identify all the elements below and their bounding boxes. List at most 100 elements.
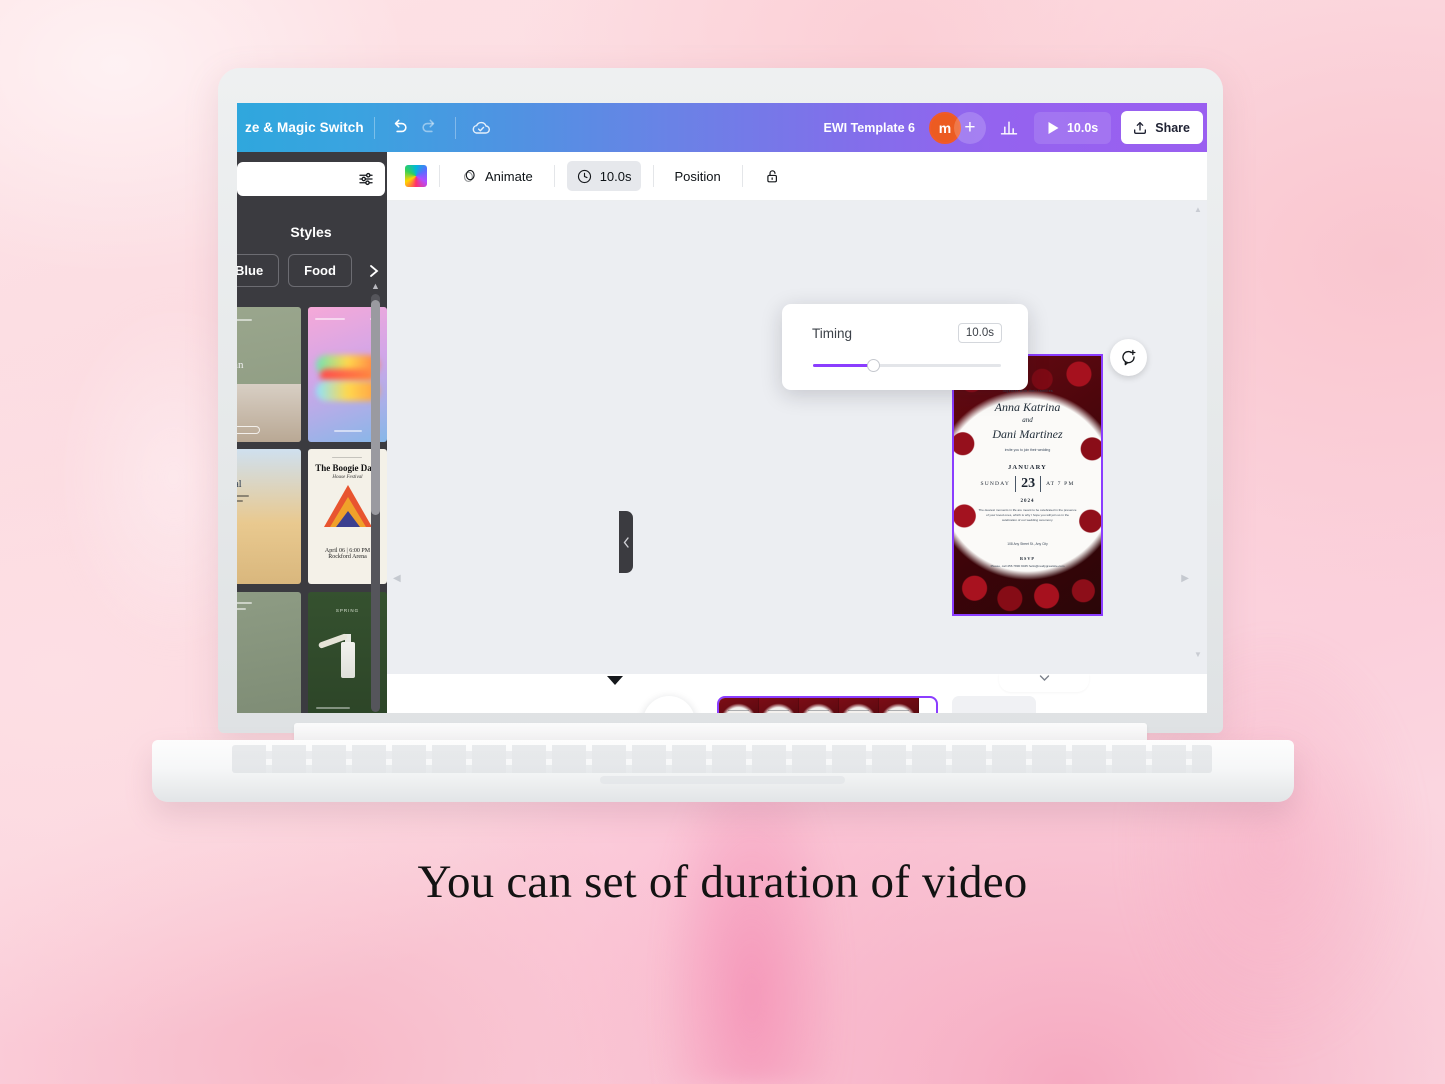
redo-icon — [422, 119, 435, 133]
play-icon — [661, 713, 678, 714]
card-address: 108 Any Street St., Any City — [1007, 542, 1048, 546]
preview-play-button[interactable]: 10.0s — [1033, 111, 1112, 144]
template-thumbnail-grid: lan rval — [237, 307, 387, 713]
scroll-up-arrow[interactable]: ▲ — [371, 282, 380, 292]
timing-label: Timing — [812, 325, 853, 341]
stats-button[interactable] — [994, 113, 1024, 143]
scrollbar-thumb[interactable] — [371, 300, 380, 515]
card-time: AT 7 PM — [1046, 481, 1075, 487]
chevron-down-icon — [1039, 675, 1049, 681]
thumb-label: rval — [237, 479, 242, 491]
add-page-button[interactable]: + — [952, 696, 1036, 713]
share-button[interactable]: Share — [1121, 111, 1203, 144]
timing-value-input[interactable]: 10.0s — [957, 323, 1002, 343]
prev-page-arrow[interactable]: ◀ — [393, 573, 401, 584]
laptop-keyboard — [232, 745, 1212, 773]
card-and: and — [1022, 416, 1033, 424]
timeline-collapse-button[interactable] — [999, 674, 1089, 692]
divider — [439, 165, 440, 187]
color-swatch-button[interactable] — [405, 165, 427, 187]
sliders-icon — [359, 172, 373, 186]
timing-slider[interactable] — [813, 359, 1001, 372]
card-name-2[interactable]: Dani Martinez — [954, 427, 1101, 442]
next-page-arrow[interactable]: ▶ — [1181, 573, 1189, 584]
clock-icon — [577, 169, 591, 183]
list-item[interactable]: rval — [237, 449, 301, 585]
share-label: Share — [1155, 120, 1190, 135]
divider — [741, 165, 743, 187]
styles-side-panel: Styles Blue Food lan — [237, 152, 387, 713]
upload-icon — [1134, 121, 1147, 134]
divider — [454, 116, 456, 139]
thumb-label: lan — [237, 359, 244, 371]
card-body: The dearest moments in life are meant to… — [978, 508, 1077, 522]
lock-button[interactable] — [755, 161, 790, 191]
play-icon — [1048, 121, 1059, 134]
animate-button[interactable]: Animate — [452, 161, 542, 191]
add-comment-icon — [1122, 349, 1136, 366]
scroll-down-arrow[interactable]: ▼ — [1193, 650, 1203, 660]
redo-button[interactable] — [415, 113, 445, 143]
clip-thumbnail-strip — [719, 698, 919, 713]
card-day: 23 — [1015, 476, 1042, 492]
bar-chart-icon — [1000, 120, 1018, 135]
chevron-right-icon — [370, 264, 379, 277]
canvas-scrollbar[interactable]: ▲ ▼ — [1193, 205, 1203, 660]
divider — [553, 165, 555, 187]
panel-title: Styles — [290, 224, 332, 240]
app-top-bar: ze & Magic Switch EWI Template 6 m + 10.… — [237, 103, 1207, 152]
card-month: JANUARY — [1008, 464, 1047, 471]
slider-knob[interactable] — [866, 359, 880, 372]
timing-duration-label: 10.0s — [599, 168, 632, 184]
undo-icon — [394, 119, 407, 133]
position-label: Position — [674, 168, 721, 184]
animate-icon — [463, 169, 475, 182]
top-bar-right-group: EWI Template 6 m + 10.0s Share — [824, 111, 1208, 144]
timing-popover: Timing 10.0s — [782, 304, 1028, 390]
list-item[interactable] — [237, 591, 301, 713]
unlock-icon — [767, 169, 777, 182]
add-member-button[interactable]: + — [953, 111, 986, 144]
document-title[interactable]: EWI Template 6 — [824, 121, 915, 135]
divider — [373, 116, 375, 139]
laptop-mockup: ze & Magic Switch EWI Template 6 m + 10.… — [0, 0, 1445, 1084]
playhead-caret — [607, 676, 623, 685]
timing-button[interactable]: 10.0s — [566, 161, 641, 191]
preview-duration-label: 10.0s — [1066, 120, 1099, 135]
card-weekday: SUNDAY — [980, 481, 1011, 487]
card-contact: Please, call 456 7890 9045 hello@reallyg… — [990, 564, 1065, 568]
search-input[interactable] — [237, 162, 385, 196]
page-caption: You can set of duration of video — [417, 856, 1028, 908]
context-toolbar: Animate 10.0s Position — [387, 152, 1207, 201]
scroll-up-arrow[interactable]: ▲ — [1193, 205, 1203, 215]
slider-fill — [813, 364, 874, 367]
undo-button[interactable] — [385, 113, 415, 143]
panel-collapse-button[interactable] — [619, 511, 633, 573]
card-name-1[interactable]: Anna Katrina — [954, 400, 1101, 415]
chevron-left-icon — [623, 536, 629, 548]
panel-scrollbar[interactable]: ▲ ▼ — [371, 282, 380, 713]
laptop-trackpad — [600, 776, 845, 784]
invitation-text: Together with their families Anna Katrin… — [954, 356, 1101, 614]
selected-page-element[interactable]: Together with their families Anna Katrin… — [952, 354, 1103, 616]
list-item[interactable]: lan — [237, 307, 301, 442]
style-filter-chips: Blue Food — [237, 254, 387, 287]
divider — [652, 165, 654, 187]
card-year: 2024 — [1020, 499, 1035, 504]
timeline-play-button[interactable] — [643, 696, 695, 713]
timeline-bar: 10.0s + — [387, 674, 1207, 713]
position-button[interactable]: Position — [666, 161, 730, 191]
add-comment-button[interactable] — [1110, 339, 1147, 376]
timeline-clip[interactable]: 10.0s — [717, 696, 938, 713]
card-rsvp: RSVP — [1020, 556, 1035, 561]
chip-food[interactable]: Food — [288, 254, 352, 287]
magic-switch-label[interactable]: ze & Magic Switch — [245, 120, 364, 135]
card-invite-line: invite you to join their wedding — [1004, 448, 1051, 452]
card-date-row: SUNDAY 23 AT 7 PM — [954, 476, 1101, 492]
animate-label: Animate — [485, 168, 533, 184]
design-canvas[interactable]: Together with their families Anna Katrin… — [387, 201, 1207, 674]
chip-blue[interactable]: Blue — [237, 254, 280, 287]
cloud-check-icon — [472, 121, 490, 134]
cloud-saved-button[interactable] — [466, 113, 496, 143]
timing-header-row: Timing 10.0s — [812, 323, 1002, 343]
